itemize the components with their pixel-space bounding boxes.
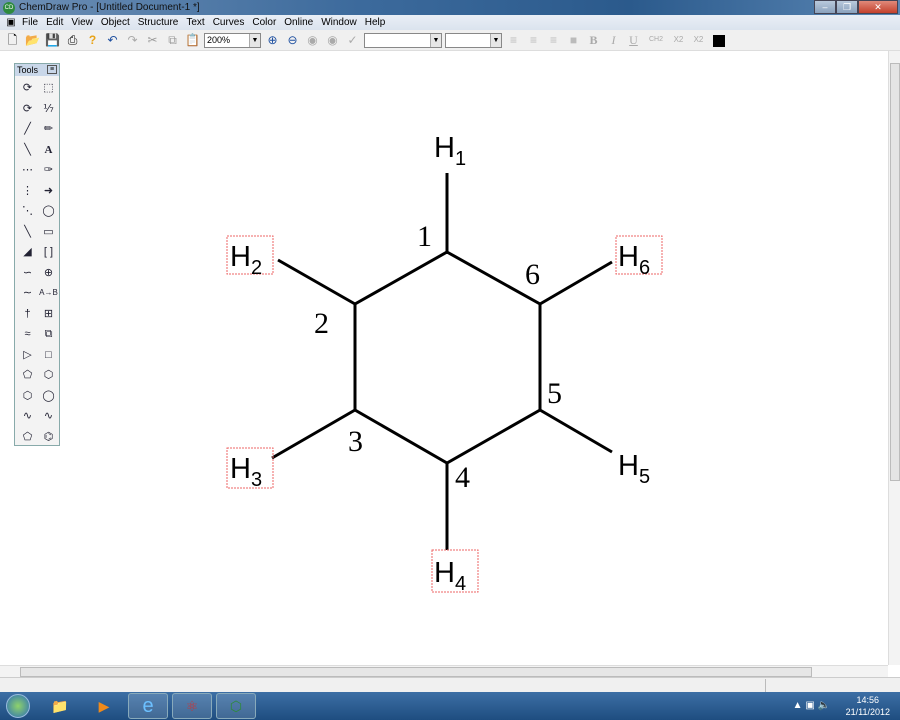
heptagon-tool-icon[interactable]: ⬡: [17, 386, 38, 407]
carbon-number-2: 2: [314, 307, 329, 340]
carbon-number-1: 1: [417, 220, 432, 253]
orbital-tool-icon[interactable]: ◯: [38, 201, 59, 222]
start-button[interactable]: [6, 694, 30, 718]
horizontal-scroll-thumb[interactable]: [20, 667, 812, 677]
square-tool-icon[interactable]: □: [38, 345, 59, 366]
vertical-scroll-thumb[interactable]: [890, 63, 900, 481]
lasso-tool-icon[interactable]: ⟳: [17, 78, 38, 99]
vertical-scrollbar[interactable]: [888, 51, 900, 665]
explorer-taskbar-icon[interactable]: 📁: [40, 693, 80, 719]
status-bar: [0, 677, 900, 692]
bond-c3-h3: [271, 408, 356, 460]
triangle-tool-icon[interactable]: ▷: [17, 345, 38, 366]
query-tool-icon[interactable]: †: [17, 304, 38, 325]
carbon-number-4: 4: [455, 461, 470, 494]
pentagon-tool-icon[interactable]: ⬠: [17, 365, 38, 386]
hydrogen-label-2[interactable]: H2: [230, 241, 262, 279]
hashed-bond-tool-icon[interactable]: ⋮: [17, 181, 38, 202]
taskbar: 📁 ▶ e ⚛ ⬡ ▲ ▣ 🔈 14:56 21/11/2012: [0, 692, 900, 720]
cyclopentadiene-tool-icon[interactable]: ⬠: [17, 427, 38, 448]
mass-fragment-tool-icon[interactable]: ⅐: [38, 99, 59, 120]
chemdraw-taskbar-icon[interactable]: ⬡: [216, 693, 256, 719]
tray-icons[interactable]: ▲ ▣ 🔈: [793, 700, 830, 711]
benzene-tool-icon[interactable]: ⌬: [38, 427, 59, 448]
tools-palette: Tools ≡ ⟳ ⬚ ⟳ ⅐ ╱ ✏ ╲ A ⋯ ✑ ⋮ ➜ ⋱ ◯ ╲ ▭ ◢[ ] ∽ ⊕ ∼…: [14, 63, 60, 446]
reaction-tool-icon[interactable]: ∼: [17, 283, 38, 304]
text-tool-icon[interactable]: A: [38, 140, 59, 161]
carbon-number-5: 5: [547, 377, 562, 410]
hexagon-tool-icon[interactable]: ⬡: [38, 365, 59, 386]
template-tool-icon[interactable]: ⧉: [38, 324, 59, 345]
bond-c2-h2: [277, 258, 356, 306]
dashed-bond-tool-icon[interactable]: ⋯: [17, 160, 38, 181]
clock-date: 21/11/2012: [845, 707, 890, 717]
arrow-tool-icon[interactable]: ➜: [38, 181, 59, 202]
chem3d-taskbar-icon[interactable]: ⚛: [172, 693, 212, 719]
pen-tool-icon[interactable]: ✑: [38, 160, 59, 181]
hydrogen-label-6[interactable]: H6: [618, 241, 650, 279]
octagon-tool-icon[interactable]: ◯: [38, 386, 59, 407]
single-bond-tool-icon[interactable]: ╱: [17, 119, 38, 140]
rotate-tool-icon[interactable]: ⟳: [17, 99, 38, 120]
media-player-taskbar-icon[interactable]: ▶: [84, 693, 124, 719]
drawing-element-tool-icon[interactable]: ▭: [38, 222, 59, 243]
hashed-wedge-tool-icon[interactable]: ⋱: [17, 201, 38, 222]
clock-time: 14:56: [856, 695, 880, 705]
palette-menu-icon[interactable]: ≡: [47, 65, 57, 74]
wavy-bond-tool-icon[interactable]: ∽: [17, 263, 38, 284]
palette-title: Tools: [17, 65, 39, 75]
carbon-number-6: 6: [525, 258, 540, 291]
chair1-tool-icon[interactable]: ∿: [17, 406, 38, 427]
benzene-structure: 1 2 3 4 5 6 H1 H2 H3 H4 H5 H6: [226, 132, 663, 595]
horizontal-scrollbar[interactable]: [0, 665, 888, 677]
eraser-tool-icon[interactable]: ✏: [38, 119, 59, 140]
table-tool-icon[interactable]: ⊞: [38, 304, 59, 325]
reaction-map-tool-icon[interactable]: A→B: [38, 283, 59, 304]
hydrogen-label-1[interactable]: H1: [434, 132, 466, 170]
marquee-tool-icon[interactable]: ⬚: [38, 78, 59, 99]
ring-bonds: [353, 250, 542, 465]
carbon-number-3: 3: [348, 425, 363, 458]
hydrogen-label-5[interactable]: H5: [618, 450, 650, 488]
bold-wedge-tool-icon[interactable]: ◢: [17, 242, 38, 263]
hydrogen-label-3[interactable]: H3: [230, 453, 262, 491]
bracket-tool-icon[interactable]: [ ]: [38, 242, 59, 263]
tlc-tool-icon[interactable]: ≈: [17, 324, 38, 345]
internet-explorer-taskbar-icon[interactable]: e: [128, 693, 168, 719]
bond-c5-h5: [539, 408, 613, 454]
bold-bond-tool-icon[interactable]: ╲: [17, 222, 38, 243]
hydrogen-label-4[interactable]: H4: [434, 557, 466, 595]
bond-c6-h6: [539, 260, 613, 306]
wedge-bond-tool-icon[interactable]: ╲: [17, 140, 38, 161]
clock[interactable]: 14:56 21/11/2012: [846, 694, 890, 718]
chair2-tool-icon[interactable]: ∿: [38, 406, 59, 427]
chemical-symbol-tool-icon[interactable]: ⊕: [38, 263, 59, 284]
